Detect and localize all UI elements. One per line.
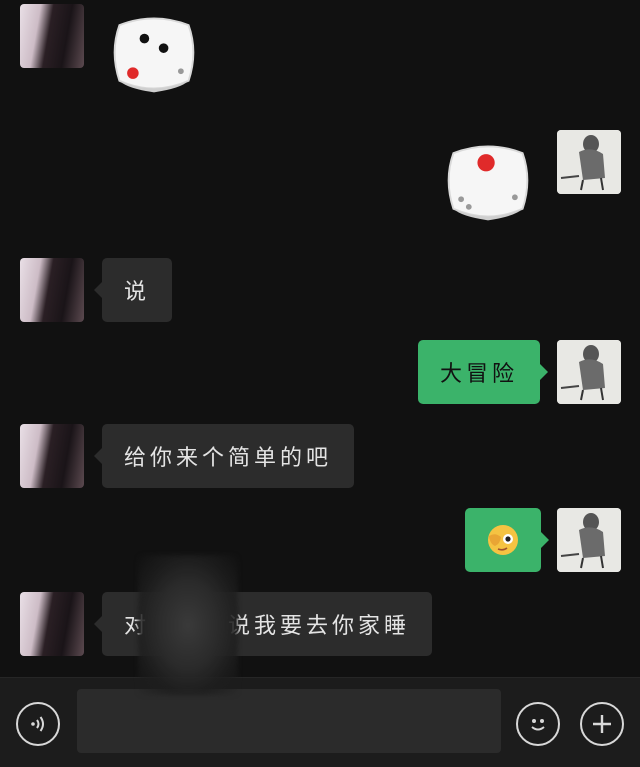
- incoming-message[interactable]: 说: [93, 258, 173, 322]
- outgoing-message[interactable]: 大冒险: [418, 340, 549, 404]
- contact-avatar[interactable]: [20, 4, 84, 68]
- message-text: 大冒险: [440, 362, 519, 387]
- message-text: 说我要去你家睡: [228, 614, 411, 639]
- message-text: 给你来个简单的吧: [124, 446, 333, 471]
- my-avatar[interactable]: [557, 340, 621, 404]
- outgoing-message[interactable]: [465, 508, 549, 572]
- emoji-button[interactable]: [516, 702, 560, 746]
- my-avatar[interactable]: [557, 130, 621, 194]
- face-with-hand-over-eye-icon: [488, 525, 518, 555]
- my-avatar[interactable]: [557, 508, 621, 572]
- voice-button[interactable]: [16, 702, 60, 746]
- redaction-scribble: [138, 555, 238, 695]
- plus-icon: [593, 715, 611, 733]
- dice-sticker: [447, 145, 529, 221]
- voice-icon: [31, 716, 44, 732]
- message-input[interactable]: [77, 689, 501, 753]
- add-button[interactable]: [580, 702, 624, 746]
- emoji-icon: [531, 719, 545, 731]
- contact-avatar[interactable]: [20, 424, 84, 488]
- incoming-message[interactable]: 给你来个简单的吧: [93, 424, 355, 488]
- message-text: 说: [124, 280, 151, 305]
- contact-avatar[interactable]: [20, 258, 84, 322]
- contact-avatar[interactable]: [20, 592, 84, 656]
- dice-sticker: [113, 17, 195, 93]
